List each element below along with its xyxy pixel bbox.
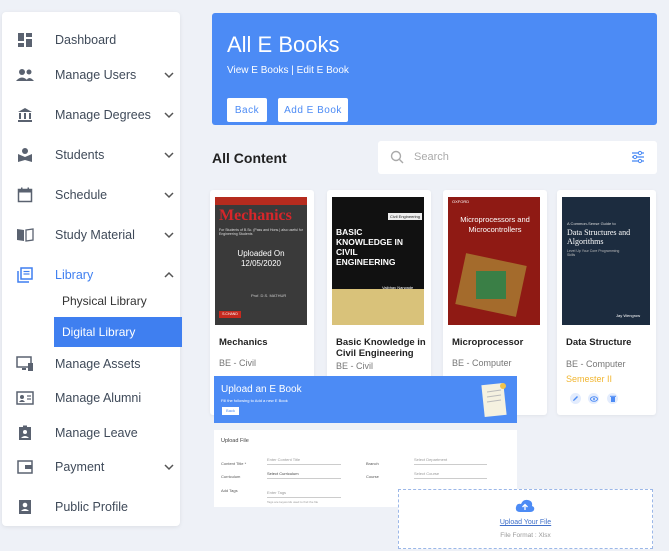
- sidebar-item-label: Schedule: [55, 188, 108, 202]
- sidebar-item-label: Study Material: [55, 228, 135, 242]
- sidebar-item-manage-alumni[interactable]: Manage Alumni: [2, 383, 180, 413]
- book-card-data-structure[interactable]: A Common-Sense Guide to Data Structures …: [557, 190, 656, 415]
- chevron-down-icon: [164, 72, 174, 79]
- sidebar-item-label: Manage Alumni: [55, 391, 142, 405]
- sidebar-item-schedule[interactable]: Schedule: [2, 180, 180, 210]
- book-branch: BE - Civil: [219, 358, 257, 368]
- sidebar-item-students[interactable]: Students: [2, 140, 180, 170]
- page-header: All E Books View E Books | Edit E Book B…: [212, 13, 657, 125]
- sidebar-item-label: Manage Leave: [55, 426, 138, 440]
- book-title: Mechanics: [219, 337, 268, 348]
- upload-back-button[interactable]: Back: [222, 407, 239, 415]
- sidebar-item-study-material[interactable]: Study Material: [2, 220, 180, 250]
- book-title: Basic Knowledge in Civil Engineering: [336, 337, 426, 359]
- book-semester: Semester II: [566, 374, 613, 384]
- section-title: All Content: [212, 150, 287, 166]
- sidebar-item-label: Library: [55, 268, 94, 282]
- cloud-upload-icon: [515, 499, 535, 512]
- upload-title: Upload an E Book: [221, 384, 302, 395]
- book-cover: Mechanics For Students of B.Sc. (Pass an…: [215, 197, 307, 325]
- tags-label: Add Tags: [221, 488, 238, 493]
- users-icon: [16, 66, 34, 84]
- sidebar-item-label: Manage Degrees: [55, 108, 151, 122]
- chevron-up-icon: [164, 271, 174, 278]
- file-format-text: File Format : Xlsx: [500, 532, 551, 539]
- chevron-down-icon: [164, 192, 174, 199]
- leave-icon: [16, 424, 34, 442]
- book-title: Microprocessor: [452, 337, 524, 348]
- book-open-icon: [16, 226, 34, 244]
- content-title-label: Content Title *: [221, 461, 247, 466]
- branch-select[interactable]: Select Department: [414, 457, 487, 465]
- search-input[interactable]: Search: [414, 151, 449, 163]
- book-branch: BE - Computer: [452, 358, 512, 368]
- sidebar-item-dashboard[interactable]: Dashboard: [2, 25, 180, 55]
- curriculum-select[interactable]: Select Curriculum: [267, 471, 341, 479]
- branch-label: Branch: [366, 461, 379, 466]
- sidebar: Dashboard Manage Users Manage Degrees St…: [2, 12, 182, 526]
- view-icon[interactable]: [588, 393, 599, 404]
- delete-icon[interactable]: [607, 393, 618, 404]
- tags-input[interactable]: Enter Tags: [267, 490, 341, 498]
- content-title-field[interactable]: Enter Content Title: [267, 457, 341, 465]
- alumni-icon: [16, 389, 34, 407]
- sidebar-item-label: Manage Assets: [55, 357, 141, 371]
- chevron-down-icon: [164, 464, 174, 471]
- dashboard-icon: [16, 31, 34, 49]
- sidebar-item-label: Dashboard: [55, 33, 117, 47]
- sidebar-item-manage-degrees[interactable]: Manage Degrees: [2, 100, 180, 130]
- breadcrumb[interactable]: View E Books | Edit E Book: [227, 65, 349, 76]
- book-cover: OXFORD Microprocessors and Microcontroll…: [448, 197, 540, 325]
- upload-file-link[interactable]: Upload Your File: [399, 519, 652, 526]
- assets-icon: [16, 355, 34, 373]
- book-branch: BE - Civil: [336, 361, 374, 371]
- filter-icon[interactable]: [631, 150, 645, 164]
- upload-subtitle: Fill the following to Add a new E Book: [221, 398, 288, 403]
- sidebar-subitem-digital-library[interactable]: Digital Library: [54, 317, 182, 347]
- document-icon: [481, 382, 507, 418]
- sidebar-item-label: Manage Users: [55, 68, 137, 82]
- chevron-down-icon: [164, 112, 174, 119]
- search-icon: [390, 150, 404, 164]
- chevron-down-icon: [164, 152, 174, 159]
- sidebar-item-label: Payment: [55, 460, 105, 474]
- sidebar-item-public-profile[interactable]: Public Profile: [2, 492, 180, 522]
- sidebar-item-payment[interactable]: Payment: [2, 452, 180, 482]
- book-branch: BE - Computer: [566, 359, 626, 369]
- wallet-icon: [16, 458, 34, 476]
- institution-icon: [16, 106, 34, 124]
- upload-form-header: Upload an E Book Fill the following to A…: [214, 376, 517, 423]
- back-button[interactable]: Back: [227, 98, 267, 122]
- library-icon: [16, 266, 34, 284]
- tags-hint: Tags are keywords used to find the file: [267, 500, 319, 504]
- course-label: Course: [366, 474, 379, 479]
- add-e-book-button[interactable]: Add E Book: [278, 98, 348, 122]
- sidebar-item-manage-assets[interactable]: Manage Assets: [2, 349, 180, 379]
- page-title: All E Books: [227, 32, 340, 57]
- course-select[interactable]: Select Course: [414, 471, 487, 479]
- upload-stamp: Uploaded On 12/05/2020: [237, 249, 285, 268]
- sidebar-item-manage-users[interactable]: Manage Users: [2, 60, 180, 90]
- sidebar-item-manage-leave[interactable]: Manage Leave: [2, 418, 180, 448]
- book-cover: Civil Engineering BASIC KNOWLEDGE IN CIV…: [332, 197, 424, 325]
- calendar-icon: [16, 186, 34, 204]
- book-cover: A Common-Sense Guide to Data Structures …: [562, 197, 650, 325]
- profile-icon: [16, 498, 34, 516]
- upload-section-title: Upload File: [221, 438, 249, 444]
- search-bar[interactable]: Search: [378, 141, 657, 174]
- book-title: Data Structure: [566, 337, 632, 348]
- sidebar-item-label: Public Profile: [55, 500, 128, 514]
- sidebar-item-label: Students: [55, 148, 105, 162]
- curriculum-label: Curriculum: [221, 474, 241, 479]
- student-icon: [16, 146, 34, 164]
- chevron-down-icon: [164, 232, 174, 239]
- edit-icon[interactable]: [570, 393, 581, 404]
- file-dropzone[interactable]: Upload Your File File Format : Xlsx: [398, 489, 653, 549]
- sidebar-subitem-physical-library[interactable]: Physical Library: [54, 286, 182, 316]
